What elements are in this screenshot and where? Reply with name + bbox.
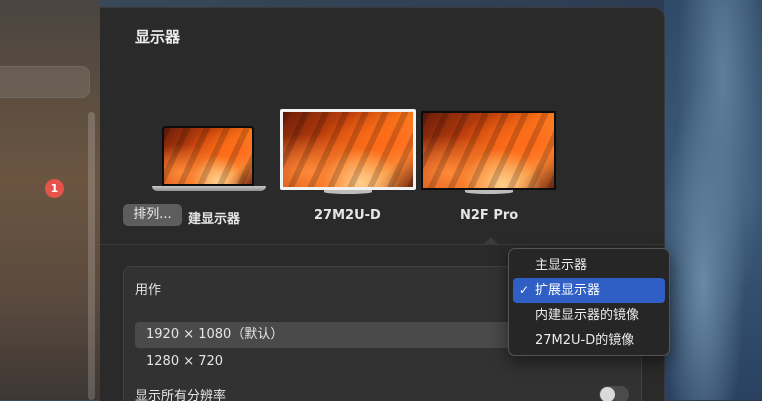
checkmark-icon: ✓: [519, 283, 530, 297]
use-as-menu: 主显示器 ✓ 扩展显示器 内建显示器的镜像 27M2U-D的镜像: [508, 248, 670, 356]
laptop-screen: [162, 126, 254, 186]
show-all-resolutions-label: 显示所有分辨率: [135, 389, 227, 401]
selection-pointer: [483, 237, 499, 245]
menu-item-label: 27M2U-D的镜像: [535, 333, 635, 348]
menu-item-main-display[interactable]: 主显示器: [513, 253, 665, 278]
arrange-button[interactable]: 排列...: [123, 204, 182, 226]
display-label-27m2u-d: 27M2U-D: [314, 208, 381, 223]
menu-item-label: 内建显示器的镜像: [535, 308, 640, 323]
display-label-built-in: 建显示器: [188, 212, 241, 227]
sidebar-scrollbar[interactable]: [88, 112, 95, 400]
wallpaper-thumbnail: [423, 113, 554, 188]
wallpaper-thumbnail: [164, 128, 252, 184]
menu-item-extended-display[interactable]: ✓ 扩展显示器: [513, 278, 665, 303]
use-as-label: 用作: [135, 283, 162, 298]
menu-item-mirror-built-in[interactable]: 内建显示器的镜像: [513, 303, 665, 328]
display-built-in[interactable]: [150, 126, 270, 206]
laptop-base: [152, 186, 266, 191]
display-27m2u-d[interactable]: [280, 109, 416, 199]
resolution-option[interactable]: 1280 × 720: [135, 349, 515, 375]
resolution-option[interactable]: 1920 × 1080（默认）: [135, 322, 515, 348]
page-title: 显示器: [135, 28, 181, 46]
display-label-n2f-pro: N2F Pro: [460, 208, 519, 223]
desktop-wallpaper: [664, 0, 762, 400]
monitor-screen: [280, 109, 416, 190]
monitor-stand: [324, 190, 372, 194]
notification-badge: 1: [45, 179, 64, 198]
menu-item-mirror-27m2u-d[interactable]: 27M2U-D的镜像: [513, 328, 665, 353]
display-arrangement-area: [100, 70, 664, 245]
menu-item-label: 扩展显示器: [535, 283, 601, 298]
sidebar: 1: [0, 0, 100, 400]
menu-item-label: 主显示器: [535, 258, 588, 273]
display-n2f-pro[interactable]: [421, 111, 556, 199]
wallpaper-thumbnail: [283, 112, 413, 187]
show-all-resolutions-toggle[interactable]: [599, 386, 629, 401]
monitor-stand: [465, 190, 513, 194]
toggle-knob: [600, 387, 615, 401]
monitor-screen: [421, 111, 556, 190]
sidebar-search-field[interactable]: [0, 66, 90, 98]
